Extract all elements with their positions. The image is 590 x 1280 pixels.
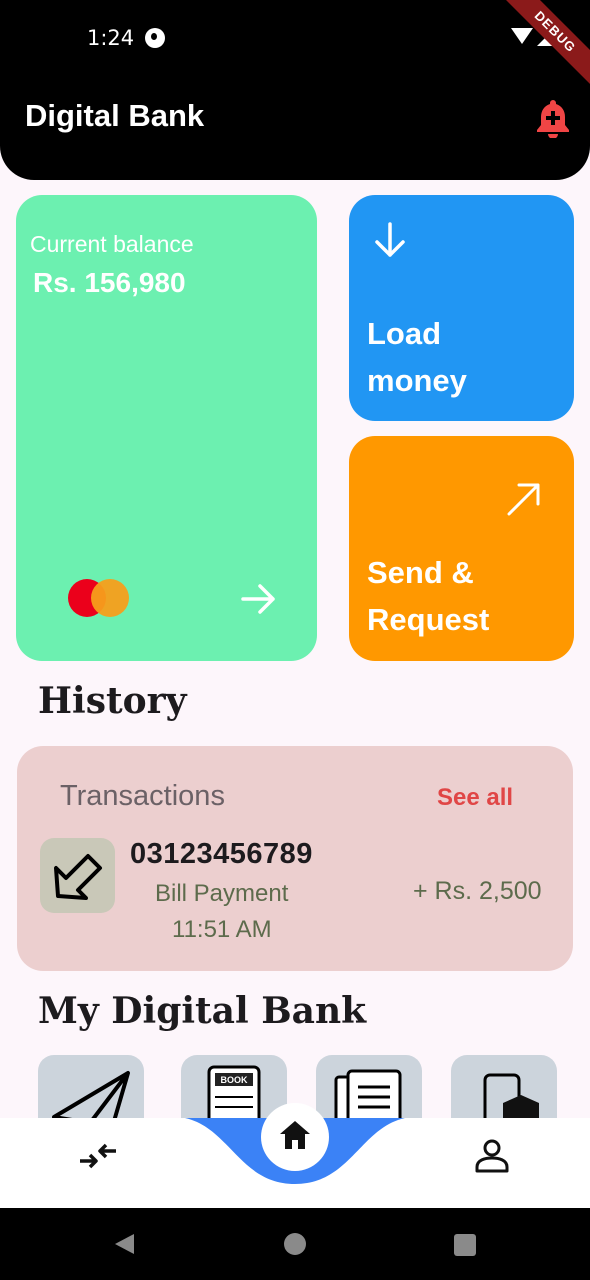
arrow-down-left-icon [54, 854, 102, 900]
svg-text:BOOK: BOOK [221, 1075, 249, 1085]
debug-banner: DEBUG [493, 0, 590, 94]
send-request-label-1: Send & [367, 555, 474, 590]
system-nav-bar [0, 1208, 590, 1280]
app-header: 1:24 DEBUG Digital Bank [0, 0, 590, 180]
load-money-label-2: money [367, 363, 467, 398]
status-time: 1:24 [87, 26, 135, 50]
page-title: Digital Bank [25, 98, 205, 133]
load-money-card[interactable]: Load money [349, 195, 574, 421]
my-digital-bank-heading: My Digital Bank [38, 990, 367, 1032]
transaction-type: Bill Payment [155, 880, 289, 907]
arrow-up-right-icon [507, 483, 540, 516]
history-heading: History [38, 680, 187, 722]
transaction-icon [40, 838, 115, 913]
balance-label: Current balance [30, 231, 194, 257]
balance-card[interactable]: Current balance Rs. 156,980 [16, 195, 317, 661]
send-request-label-2: Request [367, 602, 490, 637]
transactions-card: Transactions See all 03123456789 Bill Pa… [17, 746, 573, 971]
back-icon[interactable] [112, 1232, 136, 1256]
wifi-icon [511, 28, 533, 44]
bell-plus-icon[interactable] [534, 98, 572, 138]
profile-icon[interactable] [474, 1138, 510, 1174]
transaction-number[interactable]: 03123456789 [130, 838, 313, 871]
transfer-icon[interactable] [78, 1141, 118, 1171]
transactions-label: Transactions [60, 780, 225, 812]
send-request-card[interactable]: Send & Request [349, 436, 574, 661]
arrow-right-icon[interactable] [240, 580, 278, 618]
recents-icon[interactable] [454, 1234, 476, 1256]
home-button[interactable] [261, 1103, 329, 1171]
home-icon [280, 1121, 310, 1149]
balance-value: Rs. 156,980 [33, 267, 186, 298]
load-money-label-1: Load [367, 316, 442, 351]
mastercard-icon [68, 579, 130, 619]
arrow-down-icon [375, 222, 405, 257]
status-app-icon [145, 28, 165, 48]
see-all-link[interactable]: See all [437, 784, 513, 812]
transaction-time: 11:51 AM [172, 916, 272, 943]
home-system-icon[interactable] [284, 1233, 306, 1255]
transaction-amount: + Rs. 2,500 [413, 877, 542, 905]
